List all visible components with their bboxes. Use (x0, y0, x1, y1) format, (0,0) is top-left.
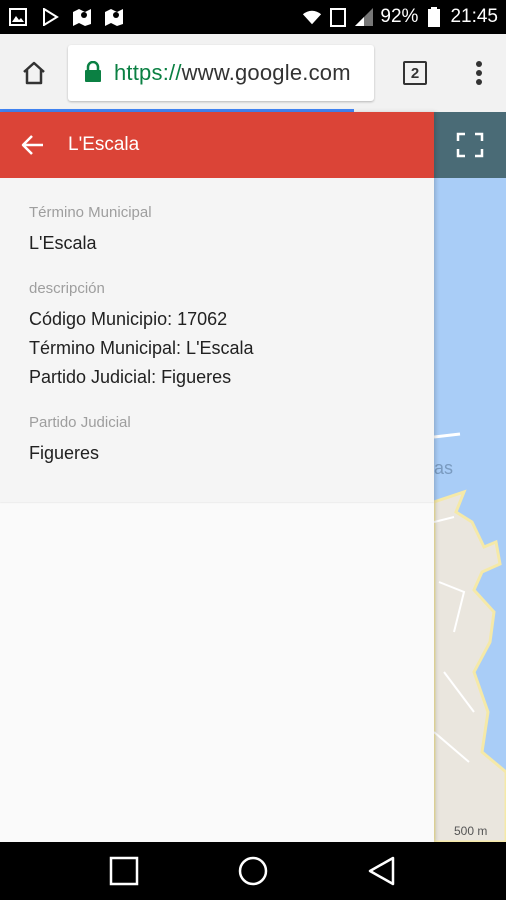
url-bar[interactable]: https://www.google.com (68, 45, 374, 101)
map-scale: 500 m (454, 824, 488, 838)
data-saver-icon (328, 7, 348, 27)
url-scheme: https:// (114, 60, 182, 85)
url-host: www.google.com (181, 60, 351, 85)
navigation-bar (0, 842, 506, 900)
maps-notification-icon-2 (104, 7, 124, 27)
field-value-line: Partido Judicial: Figueres (29, 367, 232, 387)
field-value: Figueres (29, 443, 100, 463)
field-termino-municipal: Término Municipal L'Escala (29, 204, 405, 258)
map-place-label: as (434, 458, 454, 478)
battery-percent: 92% (380, 6, 419, 27)
lock-icon (84, 61, 104, 85)
tab-switcher-button[interactable]: 2 (376, 34, 454, 112)
recents-button[interactable] (94, 846, 154, 896)
home-circle-icon (238, 856, 268, 886)
field-label: Término Municipal (29, 204, 152, 221)
field-label: Partido Judicial (29, 414, 131, 431)
field-label: descripción (29, 280, 105, 297)
browser-toolbar: https://www.google.com 2 (0, 34, 506, 112)
map-view[interactable]: as 500 m (434, 112, 506, 842)
url-text: https://www.google.com (114, 60, 351, 86)
home-icon (23, 61, 45, 85)
maps-notification-icon (72, 7, 92, 27)
panel-title: L'Escala (68, 134, 140, 155)
map-header (434, 112, 506, 178)
tab-count: 2 (403, 61, 427, 85)
screen: 92% 21:45 https://www.google.com 2 as 50… (0, 0, 506, 900)
info-card: Término Municipal L'Escala descripción C… (0, 178, 434, 502)
arrow-back-icon (21, 135, 43, 155)
image-icon (8, 7, 28, 27)
field-descripcion: descripción Código Municipio: 17062 Térm… (29, 280, 405, 392)
fullscreen-icon (456, 132, 484, 158)
back-button[interactable] (0, 112, 66, 178)
battery-icon (424, 7, 444, 27)
home-nav-button[interactable] (223, 846, 283, 896)
status-bar: 92% 21:45 (0, 0, 506, 34)
back-triangle-icon (368, 856, 394, 886)
field-partido-judicial: Partido Judicial Figueres (29, 414, 405, 468)
field-value-line: Término Municipal: L'Escala (29, 338, 254, 358)
home-button[interactable] (0, 34, 68, 112)
clock: 21:45 (450, 6, 498, 27)
field-value-line: Código Municipio: 17062 (29, 309, 228, 329)
more-vert-icon (476, 61, 482, 85)
overflow-menu-button[interactable] (454, 34, 504, 112)
play-store-icon (40, 7, 60, 27)
recents-icon (110, 856, 139, 886)
notification-icons (8, 7, 124, 27)
signal-icon (354, 7, 374, 27)
fullscreen-button[interactable] (456, 132, 484, 158)
wifi-icon (302, 7, 322, 27)
info-panel: L'Escala Término Municipal L'Escala desc… (0, 112, 434, 842)
system-status: 92% 21:45 (302, 6, 498, 28)
panel-header: L'Escala (0, 112, 434, 178)
back-nav-button[interactable] (352, 846, 412, 896)
field-value: L'Escala (29, 233, 97, 253)
